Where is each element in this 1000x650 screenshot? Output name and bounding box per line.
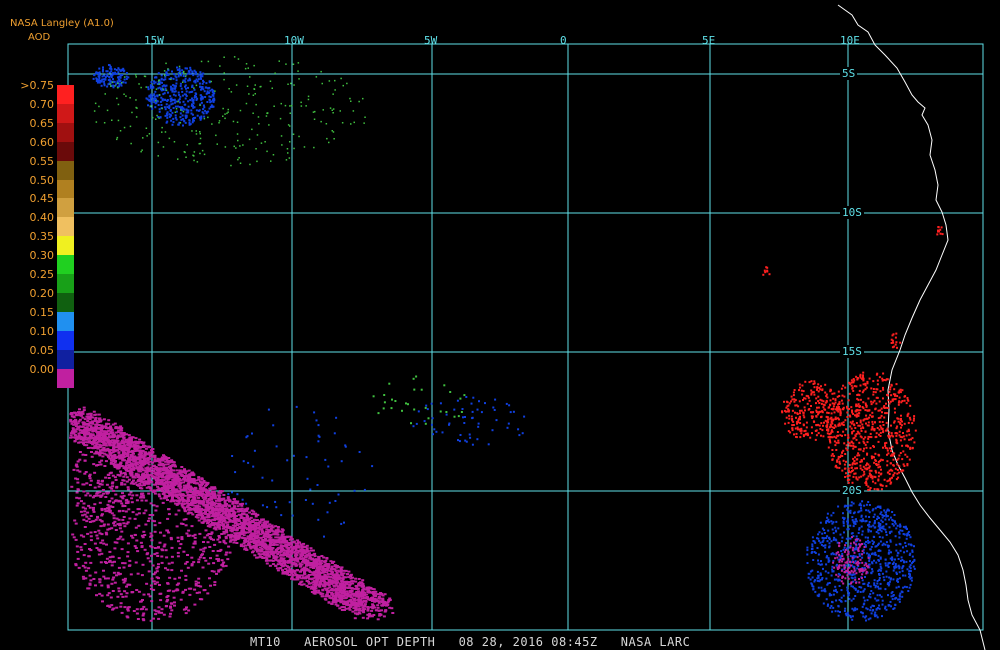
legend-label: 0.35 (29, 230, 55, 244)
aod-map: NASA Langley (A1.0) AOD >0.75 0.70 0.65 0.6… (0, 0, 1000, 650)
footer-caption: MT10 AEROSOL OPT DEPTH 08 28, 2016 08:45… (250, 635, 691, 649)
legend-swatch (57, 85, 74, 105)
legend-swatch (57, 274, 74, 294)
legend-swatch (57, 330, 74, 351)
product-title: AOD (28, 32, 51, 43)
legend-swatch (57, 255, 74, 275)
aerosol-pixels (69, 56, 944, 622)
legend-label: 0.60 (29, 135, 55, 149)
legend-swatch (57, 368, 74, 388)
legend-label: 0.70 (29, 97, 55, 111)
source-title: NASA Langley (A1.0) (10, 18, 114, 29)
map-canvas (67, 4, 986, 650)
legend-label: 0.30 (29, 249, 55, 263)
legend-label: 0.55 (29, 154, 55, 168)
legend-swatch (57, 160, 74, 180)
longitude-label: 5W (424, 34, 438, 47)
longitude-label: 10E (840, 34, 860, 47)
legend-swatch (57, 236, 74, 256)
legend-label: 0.25 (29, 268, 55, 281)
legend-label: 0.50 (29, 173, 55, 187)
latitude-label: 5S (840, 67, 858, 80)
latitude-label: 10S (840, 206, 864, 219)
legend-swatch (57, 217, 74, 237)
legend-label: 0.40 (29, 211, 55, 225)
legend-swatch (57, 141, 74, 162)
legend-swatch (57, 349, 74, 369)
legend-swatch (57, 122, 74, 143)
longitude-label: 0 (560, 34, 567, 47)
legend-swatch (57, 198, 74, 218)
legend-label: 0.15 (29, 305, 55, 319)
legend-swatch (57, 311, 74, 332)
legend-label: 0.45 (29, 192, 55, 206)
longitude-label: 15W (144, 34, 164, 47)
legend-label: 0.65 (29, 116, 55, 130)
legend-swatch (57, 292, 74, 313)
legend-label: 0.10 (29, 324, 55, 338)
legend-label: 0.05 (29, 343, 55, 357)
legend-label: 0.00 (29, 362, 55, 376)
latitude-label: 15S (840, 345, 864, 358)
legend-swatch (57, 103, 74, 124)
latitude-label: 20S (840, 484, 864, 497)
longitude-label: 5E (702, 34, 716, 47)
legend-swatch (57, 179, 74, 199)
legend-label: 0.20 (29, 286, 55, 300)
legend-label: >0.75 (20, 79, 54, 92)
longitude-label: 10W (284, 34, 304, 47)
